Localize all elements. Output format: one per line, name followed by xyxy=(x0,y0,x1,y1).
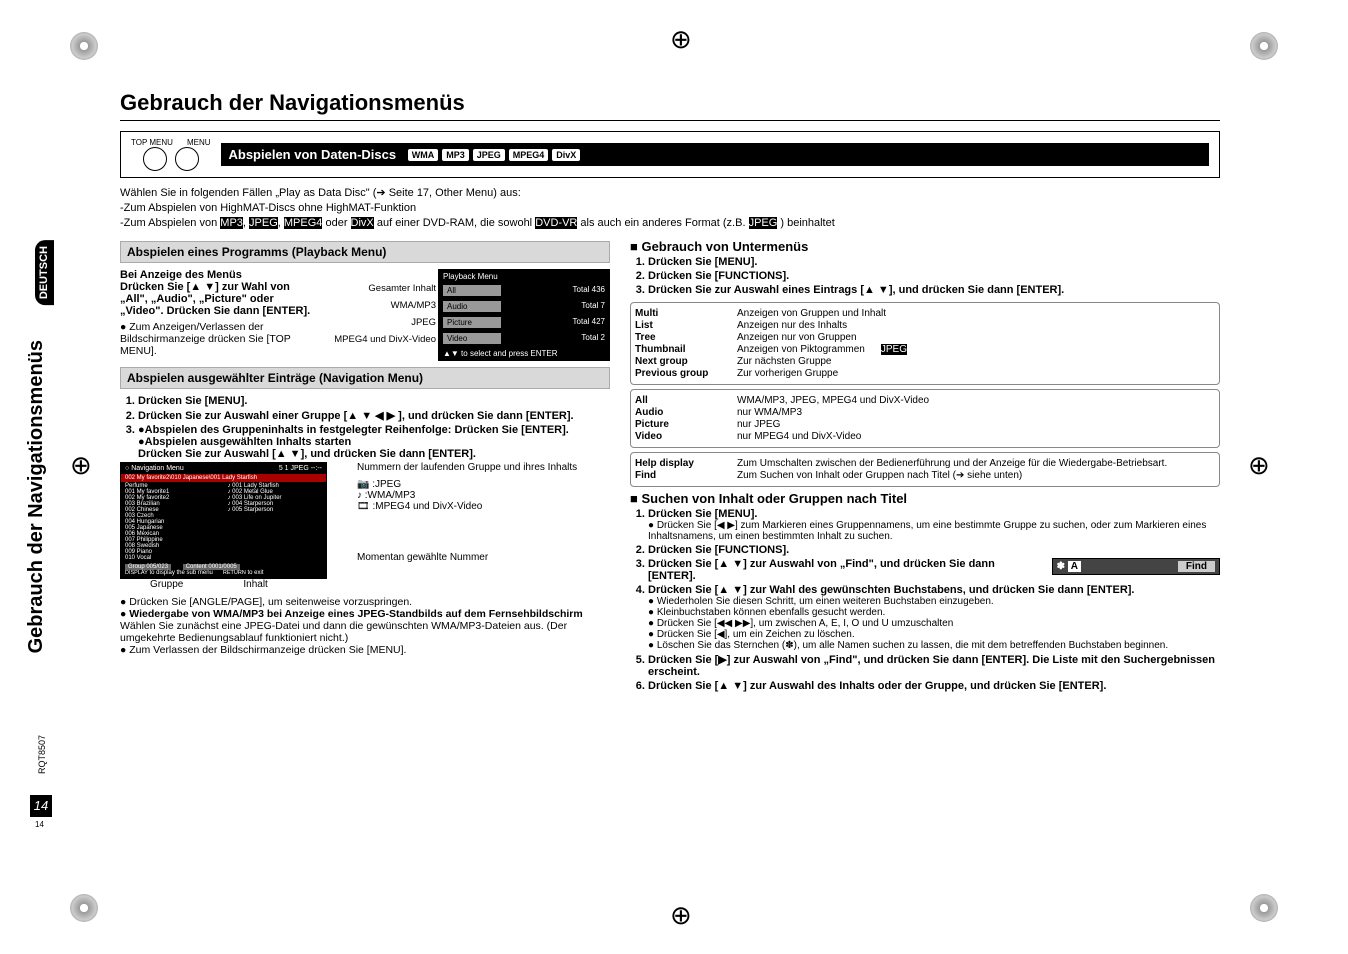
search-steps: Drücken Sie [MENU]. ● Drücken Sie [◀ ▶] … xyxy=(630,508,1220,692)
search-title: ■ Suchen von Inhalt oder Gruppen nach Ti… xyxy=(630,491,1220,506)
caption: Gruppe xyxy=(150,579,183,590)
menu-button-icon xyxy=(175,147,199,171)
intro-paragraph: Wählen Sie in folgenden Fällen „Play as … xyxy=(120,186,1220,231)
right-column: ■ Gebrauch von Untermenüs Drücken Sie [M… xyxy=(630,235,1220,694)
crop-mark xyxy=(70,450,100,480)
strip-title: Abspielen von Daten-Discs xyxy=(229,147,397,162)
footer-notes: ● Drücken Sie [ANGLE/PAGE], um seitenwei… xyxy=(120,596,610,656)
topmenu-label: TOP MENU xyxy=(131,138,173,147)
format-tag: JPEG xyxy=(249,217,278,229)
section-tab: Gebrauch der Navigationsmenüs xyxy=(25,340,48,653)
topmenu-button-icon xyxy=(143,147,167,171)
submenu-title: ■ Gebrauch von Untermenüs xyxy=(630,239,1220,254)
playback-menu-figure: Playback Menu AllTotal 436 AudioTotal 7 … xyxy=(438,269,610,361)
format-tag: MP3 xyxy=(442,149,469,161)
page-number: 14 xyxy=(30,795,52,817)
callout-label: WMA/MP3 xyxy=(334,300,436,311)
callout-label: Gesamter Inhalt xyxy=(334,283,436,294)
deco-corner xyxy=(70,32,98,60)
deco-corner xyxy=(70,894,98,922)
submenu-group-2: AllWMA/MP3, JPEG, MPEG4 und DivX-VideoAu… xyxy=(630,389,1220,448)
menu-label: MENU xyxy=(187,138,211,147)
deco-corner xyxy=(1250,32,1278,60)
submenu-steps: Drücken Sie [MENU]. Drücken Sie [FUNCTIO… xyxy=(630,256,1220,296)
title-bar: TOP MENU MENU Abspielen von Daten-Discs … xyxy=(120,131,1220,178)
format-tag: MP3 xyxy=(220,217,243,229)
callout-label: MPEG4 und DivX-Video xyxy=(334,334,436,345)
page-title: Gebrauch der Navigationsmenüs xyxy=(120,90,1220,116)
subtitle: Bei Anzeige des Menüs xyxy=(120,269,314,281)
doc-code: RQT8507 xyxy=(37,735,47,774)
instruction: Drücken Sie [▲ ▼] zur Wahl von „All", „A… xyxy=(120,281,314,317)
playback-menu-header: Abspielen eines Programms (Playback Menu… xyxy=(120,241,610,263)
format-tag: DVD-VR xyxy=(535,217,577,229)
format-tag: WMA xyxy=(408,149,439,161)
page-number-small: 14 xyxy=(35,820,44,829)
page-content: Gebrauch der Navigationsmenüs TOP MENU M… xyxy=(120,90,1220,694)
navigation-steps: Drücken Sie [MENU]. Drücken Sie zur Ausw… xyxy=(120,395,610,460)
caption: Inhalt xyxy=(243,579,267,590)
format-tag: DivX xyxy=(351,217,374,229)
crop-mark xyxy=(1248,450,1278,480)
icon-legend: Nummern der laufenden Gruppe und ihres I… xyxy=(357,462,577,563)
format-tag: JPEG xyxy=(473,149,505,161)
navigation-menu-header: Abspielen ausgewählter Einträge (Navigat… xyxy=(120,367,610,389)
left-column: Abspielen eines Programms (Playback Menu… xyxy=(120,235,610,656)
deco-corner xyxy=(1250,894,1278,922)
crop-mark xyxy=(670,24,700,54)
format-tag: JPEG xyxy=(749,217,778,229)
format-tag: MPEG4 xyxy=(284,217,323,229)
format-tag: DivX xyxy=(552,149,580,161)
crop-mark xyxy=(670,900,700,930)
language-tab: DEUTSCH xyxy=(35,240,54,305)
submenu-group-1: MultiAnzeigen von Gruppen und InhaltList… xyxy=(630,302,1220,385)
find-box-figure: ✽ A Find xyxy=(1052,558,1220,575)
format-tag: MPEG4 xyxy=(509,149,549,161)
bullet: ● Zum Anzeigen/Verlassen der Bildschirma… xyxy=(120,321,314,357)
callout-label: JPEG xyxy=(334,317,436,328)
section-strip: Abspielen von Daten-Discs WMA MP3 JPEG M… xyxy=(221,143,1210,166)
submenu-group-3: Help displayZum Umschalten zwischen der … xyxy=(630,452,1220,487)
navigation-menu-figure: ○ Navigation Menu5 1 JPEG --:-- 002 My f… xyxy=(120,462,327,579)
